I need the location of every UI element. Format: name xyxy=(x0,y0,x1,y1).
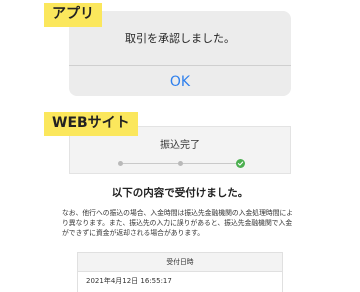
app-alert-dialog: 取引を承認しました。 OK xyxy=(69,11,291,96)
app-section-label: アプリ xyxy=(44,3,102,27)
step-dot-2 xyxy=(178,161,183,166)
check-circle-icon xyxy=(236,159,245,168)
transfer-note: なお、他行への振込の場合、入金時間は振込先金融機関の入金処理時間により異なります… xyxy=(62,209,294,237)
progress-stepper xyxy=(118,159,245,169)
receipt-table: 受付日時 2021年4月12日 16:55:17 xyxy=(77,252,283,292)
alert-message: 取引を承認しました。 xyxy=(125,32,235,45)
web-section-label: WEBサイト xyxy=(44,112,138,136)
ok-button[interactable]: OK xyxy=(69,71,291,93)
step-dot-1 xyxy=(118,161,123,166)
receipt-date-value: 2021年4月12日 16:55:17 xyxy=(86,277,172,285)
step-title: 振込完了 xyxy=(160,140,200,151)
receipt-date-header: 受付日時 xyxy=(78,253,282,272)
confirmation-heading: 以下の内容で受付けました。 xyxy=(111,187,249,199)
alert-divider xyxy=(69,65,291,66)
